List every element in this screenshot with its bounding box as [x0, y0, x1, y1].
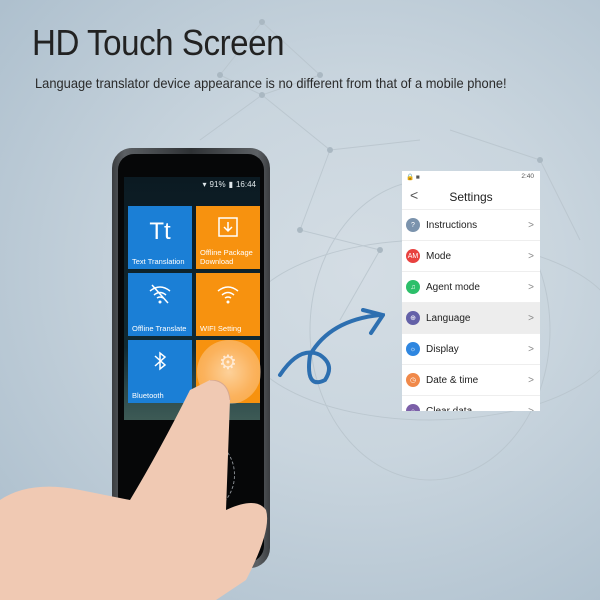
settings-item-language[interactable]: ⊕ Language > — [402, 303, 540, 334]
wifi-off-icon — [128, 283, 192, 310]
settings-item-label: Display — [426, 343, 459, 355]
chevron-right-icon: > — [528, 374, 534, 386]
settings-item-clear-data[interactable]: ⌂ Clear data > — [402, 396, 540, 411]
settings-item-label: Date & time — [426, 374, 479, 386]
settings-item-label: Mode — [426, 250, 452, 262]
settings-item-icon: ? — [406, 218, 420, 232]
headline: HD Touch Screen — [32, 22, 285, 63]
subheadline: Language translator device appearance is… — [35, 75, 507, 91]
settings-item-icon: ◷ — [406, 373, 420, 387]
chevron-right-icon: > — [528, 281, 534, 293]
settings-status-bar: 🔒 ■ 2:40 — [402, 171, 540, 183]
settings-clock: 2:40 — [521, 173, 534, 180]
settings-item-label: Instructions — [426, 219, 478, 231]
chevron-right-icon: > — [528, 219, 534, 231]
tile-wifi-setting[interactable]: WIFI Setting — [196, 273, 260, 336]
battery-percent: 91% — [209, 180, 226, 189]
chevron-right-icon: > — [528, 250, 534, 262]
tile-text-translation[interactable]: Tt Text Translation — [128, 206, 192, 269]
tile-label: WIFI Setting — [200, 324, 242, 333]
clock: 16:44 — [235, 180, 256, 189]
settings-item-display[interactable]: ☼ Display > — [402, 334, 540, 365]
chevron-right-icon: > — [528, 405, 534, 412]
download-box-icon — [196, 216, 260, 243]
settings-item-label: Language — [426, 312, 471, 324]
bluetooth-icon — [128, 350, 192, 377]
text-icon: Tt — [149, 218, 171, 245]
settings-item-icon: ☼ — [406, 342, 420, 356]
hand-illustration — [0, 380, 268, 600]
settings-item-icon: ⌂ — [406, 404, 420, 411]
arrow-icon — [278, 308, 385, 385]
settings-item-icon: AM — [406, 249, 420, 263]
settings-item-agent-mode[interactable]: ♫ Agent mode > — [402, 272, 540, 303]
settings-item-instructions[interactable]: ? Instructions > — [402, 210, 540, 241]
settings-item-label: Clear data — [426, 405, 473, 412]
lock-icon: 🔒 ■ — [406, 174, 420, 181]
settings-item-icon: ♫ — [406, 280, 420, 294]
wifi-icon — [196, 283, 260, 310]
tile-label: Text Translation — [132, 257, 185, 266]
battery-icon: ▮ — [228, 180, 233, 189]
device-status-bar: ▾ 91% ▮ 16:44 — [203, 180, 256, 189]
settings-item-icon: ⊕ — [406, 311, 420, 325]
chevron-right-icon: > — [528, 343, 534, 355]
chevron-right-icon: > — [528, 312, 534, 324]
tile-label: Offline Translate — [132, 324, 187, 333]
settings-item-mode[interactable]: AM Mode > — [402, 241, 540, 272]
settings-item-label: Agent mode — [426, 281, 480, 293]
settings-title: Settings — [449, 190, 493, 204]
tile-offline-package-download[interactable]: Offline Package Download — [196, 206, 260, 269]
settings-screen: 🔒 ■ 2:40 < Settings ? Instructions > AM Mode… — [402, 171, 540, 411]
tile-label: Offline Package Download — [200, 248, 253, 266]
settings-item-date-time[interactable]: ◷ Date & time > — [402, 365, 540, 396]
tile-offline-translate[interactable]: Offline Translate — [128, 273, 192, 336]
wifi-status-icon: ▾ — [202, 180, 207, 189]
